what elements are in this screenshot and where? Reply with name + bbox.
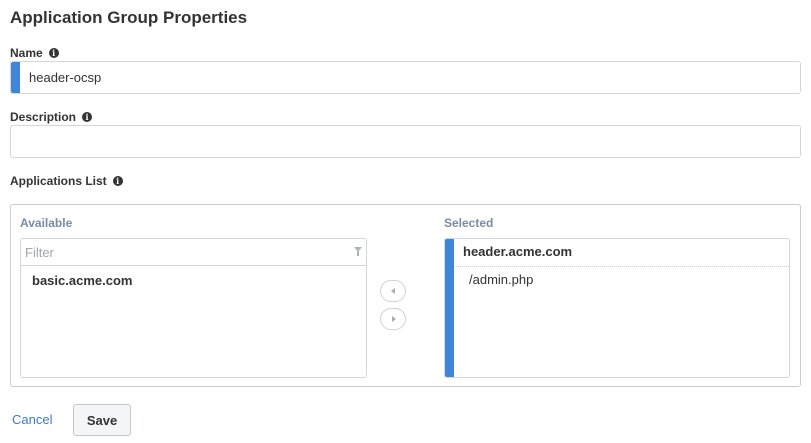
selected-divider [454,266,789,267]
description-field[interactable] [10,125,801,158]
page-title: Application Group Properties [10,8,248,27]
chevron-left-icon [391,288,395,294]
active-field-indicator [11,62,20,93]
selected-list: header.acme.com /admin.php [444,238,790,378]
applications-list-box: Available Selected Filter basic.acme.com… [10,204,801,387]
selected-path-item[interactable]: /admin.php [469,272,533,287]
filter-input[interactable]: Filter [25,239,54,266]
chevron-right-icon [392,316,396,322]
available-heading: Available [20,216,73,230]
list-item[interactable]: basic.acme.com [32,273,132,288]
available-list: Filter basic.acme.com [20,238,367,378]
move-right-button[interactable] [380,308,406,330]
save-button[interactable]: Save [73,404,131,436]
selected-group-name[interactable]: header.acme.com [463,244,572,259]
applications-list-label-text: Applications List [10,174,107,188]
description-label: Description i [10,110,93,124]
filter-row[interactable]: Filter [21,239,366,266]
info-icon[interactable]: i [112,176,123,186]
move-left-button[interactable] [380,280,406,302]
name-input-value[interactable]: header-ocsp [29,62,101,93]
info-icon[interactable]: i [48,48,59,58]
description-label-text: Description [10,110,77,124]
info-icon[interactable]: i [82,112,93,122]
active-list-indicator [445,239,454,377]
name-label: Name i [10,46,59,60]
name-field[interactable]: header-ocsp [10,61,801,94]
name-label-text: Name [10,46,43,60]
filter-icon [354,247,362,256]
selected-heading: Selected [444,216,494,230]
applications-list-label: Applications List i [10,174,123,188]
cancel-button[interactable]: Cancel [12,412,52,427]
